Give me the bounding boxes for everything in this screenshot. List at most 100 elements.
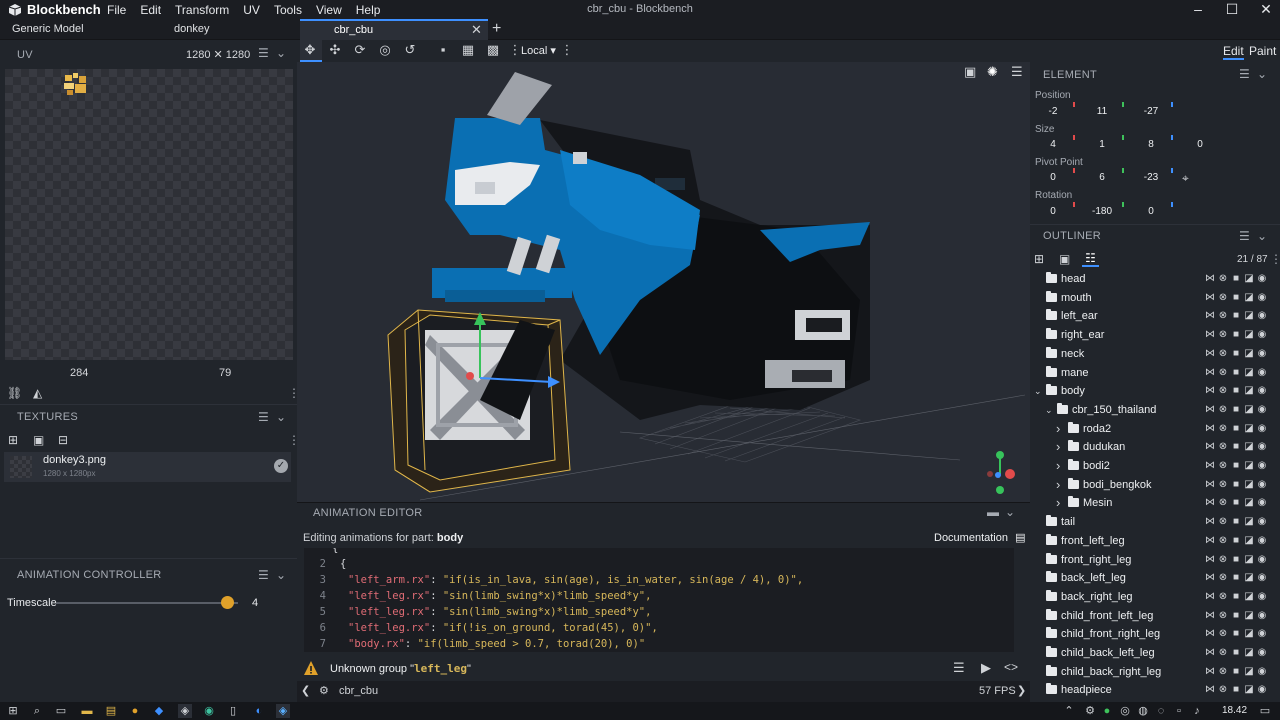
image-icon[interactable]: ▩: [486, 43, 500, 57]
mirror-uv-icon[interactable]: ⋈: [1205, 666, 1215, 677]
outliner-item-roda2[interactable]: › roda2 ⋈ ⊗ ■ ◪ ◉: [1030, 420, 1280, 439]
add-cube-icon[interactable]: ⊞: [1034, 252, 1044, 266]
transform-space-select[interactable]: Local ▾: [521, 44, 556, 57]
mirror-uv-icon[interactable]: ⋈: [1205, 367, 1215, 378]
export-toggle-icon[interactable]: ⊗: [1218, 310, 1228, 321]
edge-icon[interactable]: ◐: [252, 704, 266, 718]
notification-icon[interactable]: ▭: [1258, 704, 1272, 718]
mirror-uv-icon[interactable]: ⋈: [1205, 385, 1215, 396]
lock-icon[interactable]: ■: [1231, 572, 1241, 583]
chevron-down-icon[interactable]: ⌄: [1005, 505, 1015, 519]
shade-icon[interactable]: ◪: [1244, 404, 1254, 415]
shade-icon[interactable]: ◪: [1244, 666, 1254, 677]
position-y-input[interactable]: 11: [1078, 102, 1126, 119]
texture-item[interactable]: donkey3.png 1280 x 1280px ✓: [4, 452, 291, 482]
uv-resolution[interactable]: 1280 ✕ 1280: [186, 48, 250, 61]
export-toggle-icon[interactable]: ⊗: [1218, 273, 1228, 284]
mirror-uv-icon[interactable]: ⋈: [1205, 329, 1215, 340]
export-toggle-icon[interactable]: ⊗: [1218, 647, 1228, 658]
outliner-item-bodi2[interactable]: › bodi2 ⋈ ⊗ ■ ◪ ◉: [1030, 457, 1280, 476]
more-icon[interactable]: ⋮: [560, 43, 574, 57]
resize-tool-icon[interactable]: ✣: [328, 43, 342, 57]
tray-icon[interactable]: ◌: [1154, 704, 1168, 718]
export-toggle-icon[interactable]: ⊗: [1218, 535, 1228, 546]
export-toggle-icon[interactable]: ⊗: [1218, 479, 1228, 490]
lock-icon[interactable]: ■: [1231, 404, 1241, 415]
code-editor[interactable]: {2 {3 "left_arm.rx": "if(is_in_lava, sin(a…: [304, 548, 1014, 652]
chevron-down-icon[interactable]: ⌄: [1034, 386, 1042, 397]
shade-icon[interactable]: ◪: [1244, 684, 1254, 695]
shade-icon[interactable]: ◪: [1244, 441, 1254, 452]
windows-start-icon[interactable]: ⊞: [6, 704, 20, 718]
browser-icon[interactable]: ◉: [202, 704, 216, 718]
visibility-icon[interactable]: ◉: [1257, 385, 1267, 396]
lock-icon[interactable]: ■: [1231, 497, 1241, 508]
lock-icon[interactable]: ■: [1231, 385, 1241, 396]
center-pivot-icon[interactable]: ⌖: [1182, 171, 1189, 186]
visibility-icon[interactable]: ◉: [1257, 591, 1267, 602]
tab-cbr-cbu[interactable]: cbr_cbu ✕: [300, 19, 488, 40]
export-toggle-icon[interactable]: ⊗: [1218, 554, 1228, 565]
new-tab-button[interactable]: +: [492, 20, 501, 38]
chevron-down-icon[interactable]: ⌄: [276, 410, 286, 424]
more-icon[interactable]: ⋮: [1270, 252, 1280, 266]
visibility-icon[interactable]: ◉: [1257, 479, 1267, 490]
chevron-down-icon[interactable]: ⌄: [1257, 229, 1267, 243]
outliner-item-head[interactable]: head ⋈ ⊗ ■ ◪ ◉: [1030, 270, 1280, 289]
lock-icon[interactable]: ■: [1231, 423, 1241, 434]
mirror-uv-icon[interactable]: ⋈: [1205, 497, 1215, 508]
outliner-item-mesin[interactable]: › Mesin ⋈ ⊗ ■ ◪ ◉: [1030, 494, 1280, 513]
viewport-menu-icon[interactable]: ☰: [1011, 64, 1023, 80]
export-toggle-icon[interactable]: ⊗: [1218, 591, 1228, 602]
shade-icon[interactable]: ◪: [1244, 572, 1254, 583]
chevron-right-icon[interactable]: ›: [1056, 458, 1060, 473]
tray-icon[interactable]: ◍: [1136, 704, 1150, 718]
export-toggle-icon[interactable]: ⊗: [1218, 610, 1228, 621]
menu-help[interactable]: Help: [356, 3, 381, 17]
outliner-item-child-back-right-leg[interactable]: child_back_right_leg ⋈ ⊗ ■ ◪ ◉: [1030, 663, 1280, 682]
shade-icon[interactable]: ◪: [1244, 367, 1254, 378]
mirror-uv-icon[interactable]: ⋈: [1205, 610, 1215, 621]
shade-icon[interactable]: ◪: [1244, 497, 1254, 508]
lock-icon[interactable]: ■: [1231, 479, 1241, 490]
panel-menu-icon[interactable]: ☰: [1239, 229, 1250, 243]
position-z-input[interactable]: -27: [1127, 102, 1175, 119]
visibility-icon[interactable]: ◉: [1257, 628, 1267, 639]
visibility-icon[interactable]: ◉: [1257, 610, 1267, 621]
chevron-right-icon[interactable]: ❯: [1017, 684, 1026, 697]
outliner-item-headpiece[interactable]: headpiece ⋈ ⊗ ■ ◪ ◉: [1030, 681, 1280, 700]
more-icon[interactable]: ⋮: [508, 43, 522, 57]
save-icon[interactable]: ▪: [436, 43, 450, 57]
rotate-tool-icon[interactable]: ⟳: [353, 43, 367, 57]
mirror-uv-icon[interactable]: ⋈: [1205, 348, 1215, 359]
uv-texture-preview[interactable]: [63, 72, 88, 96]
shade-icon[interactable]: ◪: [1244, 535, 1254, 546]
outliner-item-mane[interactable]: mane ⋈ ⊗ ■ ◪ ◉: [1030, 364, 1280, 383]
mirror-uv-icon[interactable]: ⋈: [1205, 292, 1215, 303]
shade-icon[interactable]: ◪: [1244, 479, 1254, 490]
maximize-button[interactable]: ☐: [1224, 1, 1240, 18]
uv-editor-canvas[interactable]: [5, 69, 293, 360]
visibility-icon[interactable]: ◉: [1257, 497, 1267, 508]
mirror-uv-icon[interactable]: ⋈: [1205, 647, 1215, 658]
shade-icon[interactable]: ◪: [1244, 647, 1254, 658]
outliner-item-back-right-leg[interactable]: back_right_leg ⋈ ⊗ ■ ◪ ◉: [1030, 588, 1280, 607]
visibility-icon[interactable]: ◉: [1257, 423, 1267, 434]
outliner-toggle-icon[interactable]: ☷: [1082, 251, 1099, 267]
size-x-input[interactable]: 4: [1029, 135, 1077, 152]
shade-icon[interactable]: ◪: [1244, 273, 1254, 284]
visibility-icon[interactable]: ◉: [1257, 516, 1267, 527]
lock-icon[interactable]: ■: [1231, 367, 1241, 378]
export-toggle-icon[interactable]: ⊗: [1218, 441, 1228, 452]
inflate-input[interactable]: 0: [1176, 138, 1224, 152]
menu-transform[interactable]: Transform: [175, 3, 229, 17]
outliner-item-tail[interactable]: tail ⋈ ⊗ ■ ◪ ◉: [1030, 513, 1280, 532]
documentation-link[interactable]: Documentation ▤: [934, 531, 1025, 544]
menu-uv[interactable]: UV: [243, 3, 260, 17]
visibility-icon[interactable]: ◉: [1257, 329, 1267, 340]
panel-menu-icon[interactable]: ☰: [1239, 67, 1250, 81]
mirror-uv-icon[interactable]: ⋈: [1205, 684, 1215, 695]
chevron-down-icon[interactable]: ⌄: [276, 568, 286, 582]
visibility-icon[interactable]: ◉: [1257, 554, 1267, 565]
check-icon[interactable]: ✓: [274, 459, 288, 473]
